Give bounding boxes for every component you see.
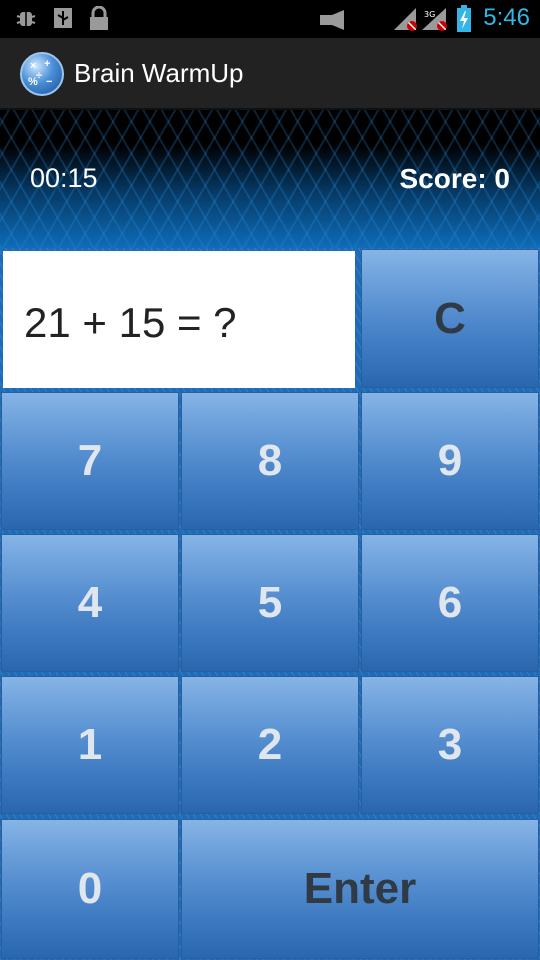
- key-7-button[interactable]: 7: [1, 392, 179, 530]
- key-5-button[interactable]: 5: [181, 534, 359, 672]
- key-4-button[interactable]: 4: [1, 534, 179, 672]
- battery-charging-icon: [457, 5, 471, 32]
- clock: 5:46: [483, 4, 530, 31]
- bug-icon: [16, 12, 36, 26]
- app-logo-icon[interactable]: × + ÷ % −: [20, 52, 64, 96]
- key-9-button[interactable]: 9: [361, 392, 539, 530]
- clear-button[interactable]: C: [361, 249, 539, 388]
- usb-icon: [54, 8, 72, 28]
- key-1-button[interactable]: 1: [1, 676, 179, 814]
- enter-button[interactable]: Enter: [181, 819, 539, 959]
- lock-icon: [90, 6, 108, 30]
- status-bar: 3G 5:46: [0, 0, 540, 38]
- key-2-button[interactable]: 2: [181, 676, 359, 814]
- signal-3g-icon: 3G: [422, 8, 447, 31]
- signal-no-icon: [394, 8, 417, 31]
- media-icon: [320, 10, 344, 30]
- action-bar: × + ÷ % − Brain WarmUp: [0, 38, 540, 110]
- svg-text:3G: 3G: [424, 10, 435, 19]
- timer: 00:15: [30, 163, 98, 193]
- key-3-button[interactable]: 3: [361, 676, 539, 814]
- key-8-button[interactable]: 8: [181, 392, 359, 530]
- key-6-button[interactable]: 6: [361, 534, 539, 672]
- question-display: 21 + 15 = ?: [3, 251, 355, 388]
- question-text: 21 + 15 = ?: [24, 299, 237, 346]
- score-label: Score: 0: [399, 163, 511, 194]
- game-header: 00:15 Score: 0: [0, 110, 540, 248]
- app-title: Brain WarmUp: [74, 58, 244, 88]
- key-0-button[interactable]: 0: [1, 819, 179, 959]
- keypad: 21 + 15 = ? C 7 8 9 4 5 6 1 2 3 0 Enter: [0, 248, 540, 960]
